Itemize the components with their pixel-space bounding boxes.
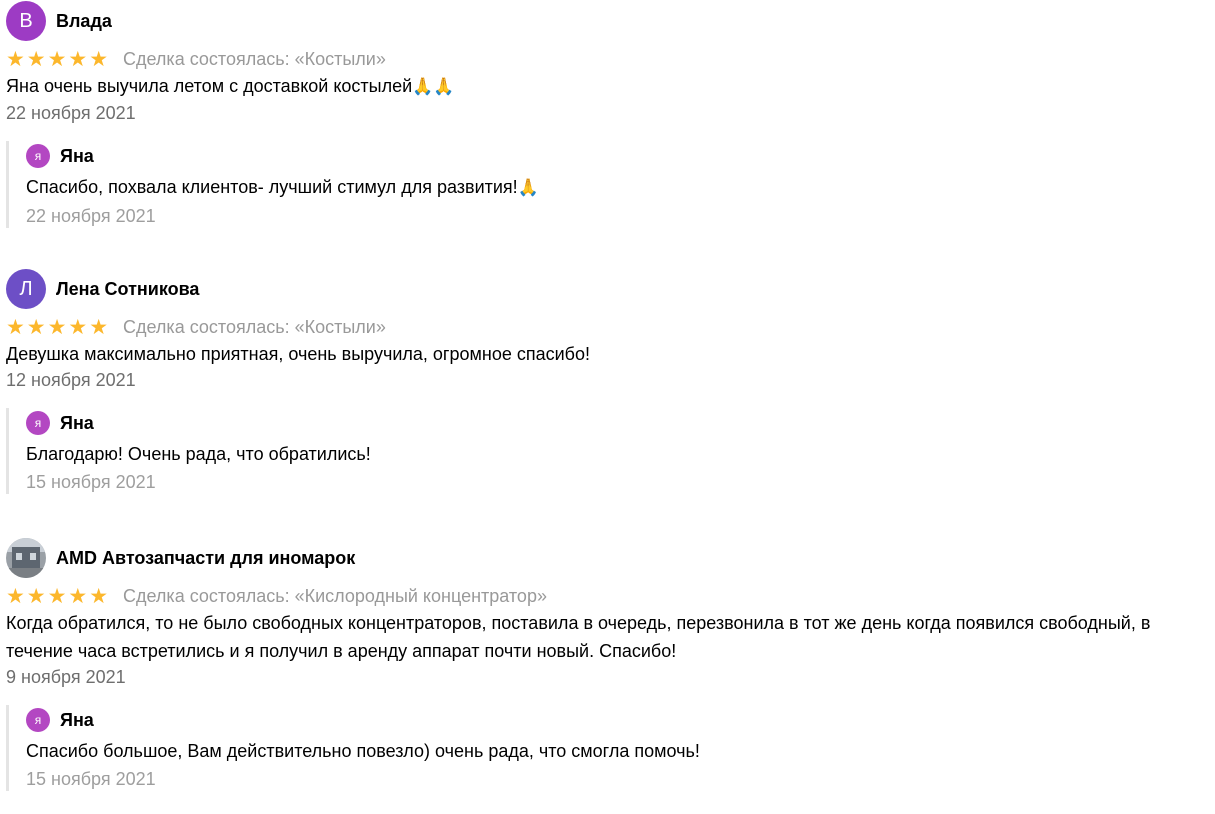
review-header: AMD Автозапчасти для иномарок (6, 538, 1206, 578)
star-icon: ★ (68, 584, 88, 608)
seller-reply: я Яна Спасибо, похвала клиентов- лучший … (6, 141, 1176, 228)
deal-info: Сделка состоялась: «Костыли» (123, 317, 386, 337)
reply-author-name[interactable]: Яна (60, 413, 94, 434)
star-rating: ★ ★ ★ ★ ★ (6, 316, 110, 338)
review-text: Яна очень выучила летом с доставкой кост… (6, 72, 1166, 101)
deal-info: Сделка состоялась: «Костыли» (123, 49, 386, 69)
avatar-letter: Л (19, 277, 33, 300)
star-icon: ★ (68, 315, 88, 339)
star-icon: ★ (26, 315, 46, 339)
review-card: Л Лена Сотникова ★ ★ ★ ★ ★ Сделка состоя… (6, 269, 1206, 494)
praying-hands-icon: 🙏 (517, 178, 539, 198)
reply-author-name[interactable]: Яна (60, 146, 94, 167)
avatar[interactable]: В (6, 1, 46, 41)
reply-text: Спасибо, похвала клиентов- лучший стимул… (26, 174, 1176, 201)
star-icon: ★ (47, 584, 67, 608)
star-rating: ★ ★ ★ ★ ★ (6, 585, 110, 607)
reply-date: 22 ноября 2021 (26, 206, 156, 226)
star-icon: ★ (26, 584, 46, 608)
review-date: 22 ноября 2021 (6, 103, 136, 123)
author-name[interactable]: Влада (56, 10, 112, 32)
star-icon: ★ (89, 47, 109, 71)
review-text: Когда обратился, то не было свободных ко… (6, 613, 1151, 661)
reply-avatar-letter: я (34, 713, 42, 727)
star-icon: ★ (89, 584, 109, 608)
star-icon: ★ (68, 47, 88, 71)
praying-hands-icon: 🙏🙏 (412, 77, 455, 97)
avatar[interactable]: Л (6, 269, 46, 309)
author-name[interactable]: Лена Сотникова (56, 278, 199, 300)
reply-text: Спасибо большое, Вам действительно повез… (26, 741, 700, 761)
reply-avatar[interactable]: я (26, 144, 50, 168)
rating-line: ★ ★ ★ ★ ★ Сделка состоялась: «Кислородны… (6, 584, 1206, 608)
star-icon: ★ (89, 315, 109, 339)
reply-header: я Яна (26, 408, 1176, 436)
avatar-letter: В (19, 9, 33, 32)
star-icon: ★ (6, 315, 25, 339)
reply-avatar[interactable]: я (26, 411, 50, 435)
reply-date: 15 ноября 2021 (26, 472, 156, 492)
star-icon: ★ (26, 47, 46, 71)
avatar-photo-ground (6, 568, 46, 578)
author-name[interactable]: AMD Автозапчасти для иномарок (56, 547, 355, 569)
star-rating: ★ ★ ★ ★ ★ (6, 48, 110, 70)
seller-reply: я Яна Спасибо большое, Вам действительно… (6, 705, 1176, 791)
review-text-body: Яна очень выучила летом с доставкой кост… (6, 76, 413, 96)
reply-avatar-letter: я (34, 416, 42, 430)
reply-avatar[interactable]: я (26, 708, 50, 732)
star-icon: ★ (47, 315, 67, 339)
reply-header: я Яна (26, 141, 1176, 169)
reply-header: я Яна (26, 705, 1176, 733)
avatar[interactable] (6, 538, 46, 578)
review-text: Девушка максимально приятная, очень выру… (6, 344, 590, 364)
star-icon: ★ (6, 584, 25, 608)
review-date: 12 ноября 2021 (6, 370, 136, 390)
rating-line: ★ ★ ★ ★ ★ Сделка состоялась: «Костыли» (6, 47, 1206, 71)
reply-author-name[interactable]: Яна (60, 710, 94, 731)
star-icon: ★ (47, 47, 67, 71)
review-header: Л Лена Сотникова (6, 269, 1206, 309)
avatar-photo-window (30, 553, 36, 560)
review-header: В Влада (6, 1, 1206, 41)
rating-line: ★ ★ ★ ★ ★ Сделка состоялась: «Костыли» (6, 315, 1206, 339)
reply-text: Благодарю! Очень рада, что обратились! (26, 444, 371, 464)
review-card: AMD Автозапчасти для иномарок ★ ★ ★ ★ ★ … (6, 538, 1206, 791)
seller-reply: я Яна Благодарю! Очень рада, что обратил… (6, 408, 1176, 494)
deal-info: Сделка состоялась: «Кислородный концентр… (123, 586, 547, 606)
review-date: 9 ноября 2021 (6, 667, 126, 687)
star-icon: ★ (6, 47, 25, 71)
reply-avatar-letter: я (34, 149, 42, 163)
avatar-photo-window (16, 553, 22, 560)
reply-date: 15 ноября 2021 (26, 769, 156, 789)
reply-text-body: Спасибо, похвала клиентов- лучший стимул… (26, 177, 518, 197)
review-card: В Влада ★ ★ ★ ★ ★ Сделка состоялась: «Ко… (6, 1, 1206, 228)
